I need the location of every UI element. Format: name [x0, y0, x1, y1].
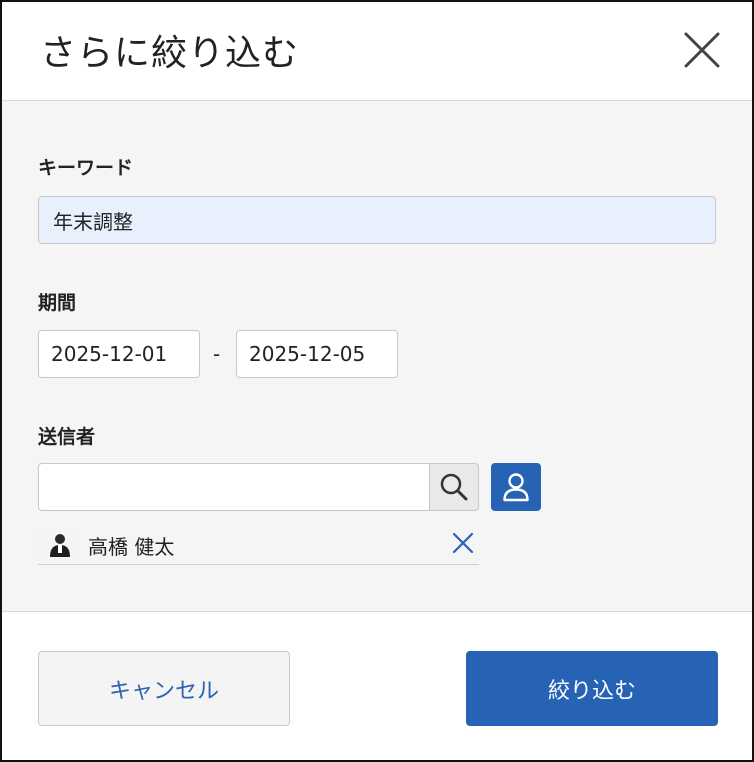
close-icon	[684, 32, 720, 68]
apply-filter-button[interactable]: 絞り込む	[466, 651, 718, 726]
period-label: 期間	[38, 292, 77, 314]
period-start-input[interactable]	[38, 330, 200, 378]
sender-input[interactable]	[38, 463, 430, 511]
avatar	[38, 531, 74, 557]
search-icon	[440, 473, 468, 501]
dialog-title: さらに絞り込む	[40, 33, 300, 74]
filter-dialog: さらに絞り込む キーワード 期間 - 送信者	[0, 0, 754, 762]
selected-sender-item: 高橋 健太	[38, 523, 479, 565]
remove-sender-button[interactable]	[451, 531, 475, 555]
sender-search-button[interactable]	[429, 463, 479, 511]
keyword-label: キーワード	[38, 157, 134, 179]
keyword-input[interactable]	[38, 196, 716, 244]
close-icon	[452, 532, 474, 554]
period-separator: -	[213, 342, 221, 366]
close-button[interactable]	[680, 28, 724, 72]
dialog-body: キーワード 期間 - 送信者	[2, 101, 752, 612]
user-icon	[503, 473, 529, 502]
sender-label: 送信者	[38, 426, 96, 448]
cancel-button[interactable]: キャンセル	[38, 651, 290, 726]
period-end-input[interactable]	[236, 330, 398, 378]
user-select-button[interactable]	[491, 463, 541, 511]
selected-sender-name: 高橋 健太	[88, 535, 175, 559]
dialog-header: さらに絞り込む	[2, 2, 752, 101]
